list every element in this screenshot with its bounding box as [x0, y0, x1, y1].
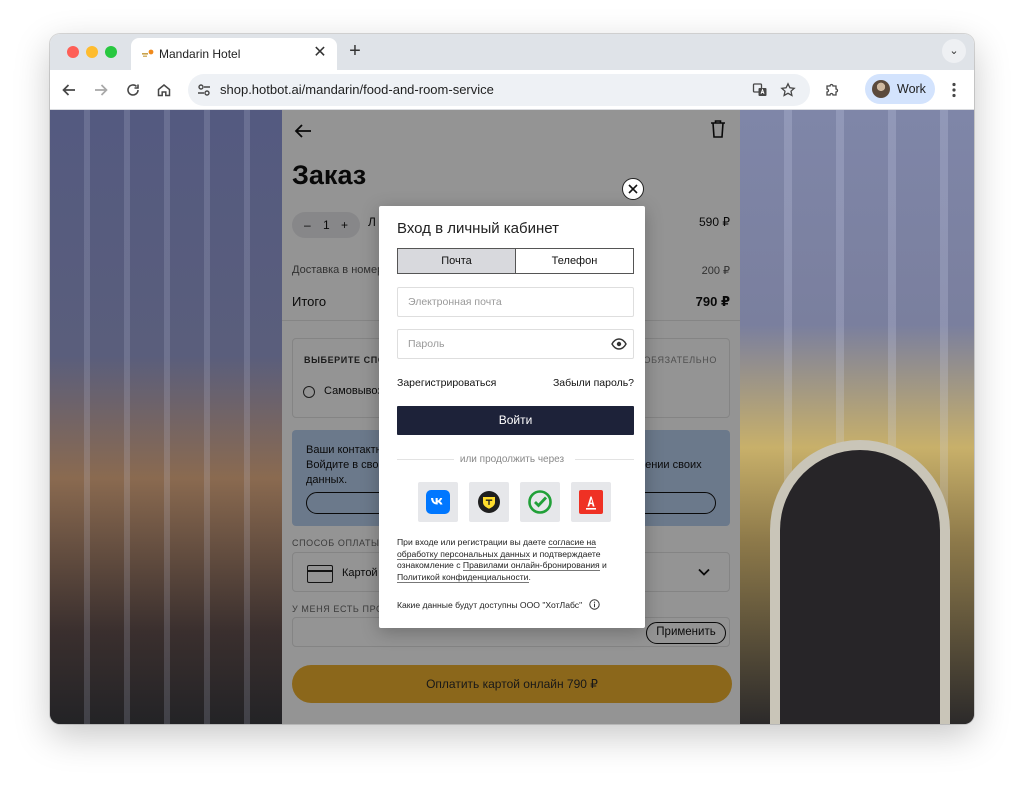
- home-icon: [157, 84, 171, 97]
- login-button[interactable]: Войти: [397, 406, 634, 435]
- vk-icon: [426, 490, 450, 514]
- arrow-left-icon: [62, 84, 75, 96]
- login-method-tabs: Почта Телефон: [397, 248, 634, 274]
- legal-text-4: .: [528, 571, 531, 582]
- avatar: [872, 80, 890, 98]
- tab-search-button[interactable]: ⌄: [942, 39, 966, 63]
- browser-toolbar: shop.hotbot.ai/mandarin/food-and-room-se…: [50, 70, 974, 110]
- sber-icon: [528, 490, 552, 514]
- forgot-password-link[interactable]: Забыли пароль?: [553, 377, 634, 389]
- back-button[interactable]: [57, 78, 81, 102]
- login-vk-button[interactable]: [418, 482, 458, 522]
- close-window-button[interactable]: [67, 46, 79, 58]
- address-bar[interactable]: shop.hotbot.ai/mandarin/food-and-room-se…: [188, 74, 810, 106]
- browser-menu-button[interactable]: [944, 78, 964, 102]
- password-field[interactable]: [397, 329, 634, 359]
- alfa-bank-icon: [579, 490, 603, 514]
- tab-mandarin-hotel[interactable]: Mandarin Hotel ✕: [131, 38, 337, 70]
- zoom-window-button[interactable]: [105, 46, 117, 58]
- tab-phone[interactable]: Телефон: [516, 249, 633, 273]
- tab-title: Mandarin Hotel: [159, 47, 241, 61]
- hotel-favicon-icon: [142, 49, 154, 57]
- translate-button[interactable]: [750, 80, 770, 100]
- reload-icon: [127, 84, 139, 96]
- forward-button[interactable]: [89, 78, 113, 102]
- bookmark-button[interactable]: [778, 80, 798, 100]
- or-continue-text: или продолжить через: [459, 454, 565, 465]
- modal-title: Вход в личный кабинет: [397, 220, 559, 237]
- site-settings-icon[interactable]: [196, 82, 212, 98]
- new-tab-button[interactable]: +: [344, 40, 366, 62]
- login-tbank-button[interactable]: [469, 482, 509, 522]
- eye-icon[interactable]: [611, 337, 627, 351]
- home-button[interactable]: [152, 78, 176, 102]
- building-left-photo: [50, 110, 282, 724]
- extensions-button[interactable]: [820, 78, 844, 102]
- legal-text: При входе или регистрации вы даете согла…: [397, 537, 629, 583]
- info-icon[interactable]: [589, 599, 600, 610]
- register-link[interactable]: Зарегистрироваться: [397, 377, 496, 389]
- login-alfa-button[interactable]: [571, 482, 611, 522]
- translate-icon: [752, 83, 767, 96]
- profile-button[interactable]: Work: [865, 74, 935, 104]
- more-vert-icon: [952, 82, 956, 98]
- star-icon: [780, 82, 796, 97]
- minimize-window-button[interactable]: [86, 46, 98, 58]
- tbank-icon: [478, 491, 500, 513]
- tab-close-icon[interactable]: ✕: [311, 44, 329, 62]
- legal-text-1: При входе или регистрации вы даете: [397, 537, 549, 547]
- modal-close-button[interactable]: [622, 178, 644, 200]
- booking-rules-link[interactable]: Правилами онлайн-бронирования: [462, 560, 600, 572]
- login-modal: Вход в личный кабинет Почта Телефон Заре…: [379, 206, 645, 628]
- close-icon: [628, 184, 638, 194]
- reload-button[interactable]: [121, 78, 145, 102]
- archway-photo: [770, 440, 950, 724]
- profile-name: Work: [897, 82, 926, 96]
- login-sber-button[interactable]: [520, 482, 560, 522]
- url-text: shop.hotbot.ai/mandarin/food-and-room-se…: [220, 82, 494, 97]
- arrow-right-icon: [95, 84, 108, 96]
- puzzle-icon: [826, 83, 839, 96]
- tab-strip: Mandarin Hotel ✕ + ⌄: [50, 34, 974, 70]
- privacy-policy-link[interactable]: Политикой конфиденциальности: [397, 571, 529, 583]
- data-access-note[interactable]: Какие данные будут доступны ООО "ХотЛабс…: [397, 600, 582, 610]
- email-field[interactable]: [397, 287, 634, 317]
- tab-email[interactable]: Почта: [398, 249, 516, 273]
- legal-text-3: и: [599, 560, 607, 571]
